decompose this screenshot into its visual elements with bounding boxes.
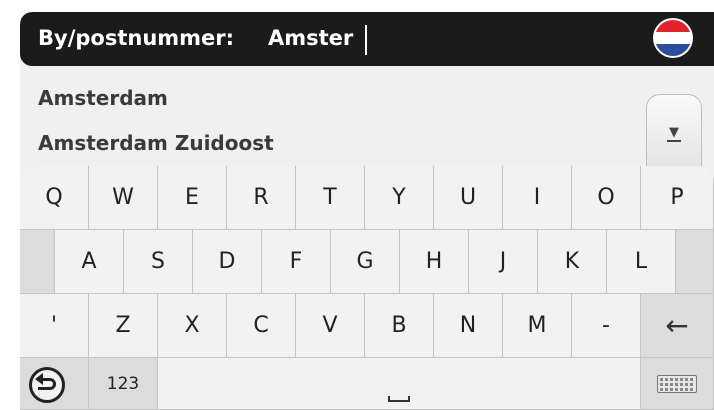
key-m[interactable]: M — [503, 294, 572, 358]
key-d[interactable]: D — [193, 230, 262, 294]
key-apostrophe[interactable]: ' — [20, 294, 89, 358]
key-f[interactable]: F — [262, 230, 331, 294]
scroll-down-arrow-icon: ▼ — [667, 125, 681, 142]
text-cursor — [365, 25, 367, 55]
key-b[interactable]: B — [365, 294, 434, 358]
key-spacer-right — [676, 230, 714, 294]
key-j[interactable]: J — [469, 230, 538, 294]
back-icon — [29, 367, 65, 403]
space-key[interactable] — [158, 358, 641, 410]
on-screen-keyboard: Q W E R T Y U I O P A S D F G H J K L ' … — [20, 166, 714, 410]
scroll-down-button[interactable]: ▼ — [646, 94, 702, 172]
key-n[interactable]: N — [434, 294, 503, 358]
search-bar[interactable]: By/postnummer: Amster — [20, 12, 714, 66]
key-r[interactable]: R — [227, 166, 296, 230]
search-screen: By/postnummer: Amster Amsterdam Amsterda… — [20, 12, 714, 410]
back-button[interactable] — [20, 358, 89, 410]
keyboard-layout-icon — [657, 374, 697, 393]
suggestion-item[interactable]: Amsterdam Zuidoost — [38, 131, 274, 155]
key-spacer-left — [20, 230, 55, 294]
key-h[interactable]: H — [400, 230, 469, 294]
key-l[interactable]: L — [607, 230, 676, 294]
key-e[interactable]: E — [158, 166, 227, 230]
key-z[interactable]: Z — [89, 294, 158, 358]
backspace-key[interactable]: ← — [641, 294, 714, 358]
key-x[interactable]: X — [158, 294, 227, 358]
key-k[interactable]: K — [538, 230, 607, 294]
key-t[interactable]: T — [296, 166, 365, 230]
key-p[interactable]: P — [641, 166, 714, 230]
key-o[interactable]: O — [572, 166, 641, 230]
key-s[interactable]: S — [124, 230, 193, 294]
key-v[interactable]: V — [296, 294, 365, 358]
search-input-value[interactable]: Amster — [268, 26, 353, 50]
numbers-key[interactable]: 123 — [89, 358, 158, 410]
key-a[interactable]: A — [55, 230, 124, 294]
key-w[interactable]: W — [89, 166, 158, 230]
space-bar-icon — [158, 358, 640, 409]
search-label: By/postnummer: — [38, 26, 235, 50]
key-u[interactable]: U — [434, 166, 503, 230]
suggestion-item[interactable]: Amsterdam — [38, 86, 168, 110]
netherlands-flag-icon[interactable] — [653, 18, 693, 58]
key-c[interactable]: C — [227, 294, 296, 358]
key-q[interactable]: Q — [20, 166, 89, 230]
key-hyphen[interactable]: - — [572, 294, 641, 358]
key-g[interactable]: G — [331, 230, 400, 294]
key-i[interactable]: I — [503, 166, 572, 230]
key-y[interactable]: Y — [365, 166, 434, 230]
keyboard-layout-button[interactable] — [641, 358, 714, 410]
